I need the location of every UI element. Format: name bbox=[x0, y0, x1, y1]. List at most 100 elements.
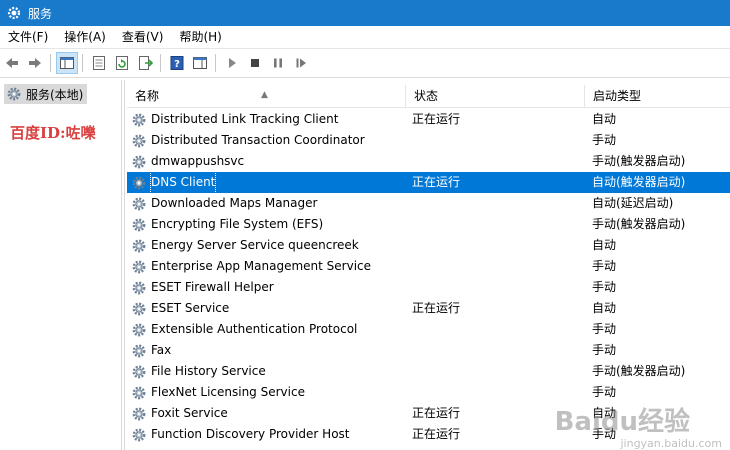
service-row[interactable]: Extensible Authentication Protocol 手动 bbox=[127, 319, 730, 340]
column-header-name[interactable]: 名称 ▲ bbox=[127, 85, 406, 107]
properties-icon bbox=[93, 56, 105, 70]
toolbar-separator bbox=[215, 54, 216, 72]
console-tree-button[interactable] bbox=[56, 52, 78, 74]
service-startup-type: 自动 bbox=[592, 238, 617, 252]
service-name-cell: Downloaded Maps Manager bbox=[131, 193, 317, 214]
service-name: Distributed Link Tracking Client bbox=[151, 112, 339, 126]
resume-service-icon bbox=[296, 58, 306, 68]
service-name: ESET Service bbox=[151, 301, 230, 315]
services-gear-icon bbox=[7, 87, 21, 101]
service-name: Extensible Authentication Protocol bbox=[151, 322, 358, 336]
service-row[interactable]: ESET Service 正在运行 自动 bbox=[127, 298, 730, 319]
service-row[interactable]: Enterprise App Management Service 手动 bbox=[127, 256, 730, 277]
service-gear-icon bbox=[132, 260, 146, 273]
service-startup-type: 自动 bbox=[592, 112, 617, 126]
menu-action[interactable]: 操作(A) bbox=[56, 26, 114, 48]
service-name: Foxit Service bbox=[151, 406, 228, 420]
service-gear-icon bbox=[132, 281, 146, 294]
service-name-cell: Enterprise App Management Service bbox=[131, 256, 371, 277]
properties-button[interactable] bbox=[88, 52, 110, 74]
pane-divider[interactable] bbox=[124, 80, 125, 450]
service-startup-type: 手动(触发器启动) bbox=[592, 217, 686, 231]
service-startup-type: 手动 bbox=[592, 343, 617, 357]
service-name: DNS Client bbox=[149, 171, 217, 194]
service-row[interactable]: Encrypting File System (EFS) 手动(触发器启动) bbox=[127, 214, 730, 235]
sort-ascending-icon: ▲ bbox=[261, 90, 268, 100]
service-row[interactable]: Energy Server Service queencreek 自动 bbox=[127, 235, 730, 256]
service-row[interactable]: Fax 手动 bbox=[127, 340, 730, 361]
service-startup-type: 手动(触发器启动) bbox=[592, 154, 686, 168]
service-row[interactable]: Distributed Link Tracking Client 正在运行 自动 bbox=[127, 109, 730, 130]
service-gear-icon bbox=[132, 113, 146, 126]
toolbar: ? bbox=[0, 48, 730, 78]
service-name: File History Service bbox=[151, 364, 266, 378]
service-gear-icon bbox=[132, 155, 146, 168]
service-name-cell: ESET Firewall Helper bbox=[131, 277, 274, 298]
service-status: 正在运行 bbox=[412, 427, 461, 441]
service-startup-type: 手动 bbox=[592, 259, 617, 273]
forward-button[interactable] bbox=[24, 52, 46, 74]
service-name-cell: Fax bbox=[131, 340, 171, 361]
service-gear-icon bbox=[132, 428, 146, 441]
service-row[interactable]: File History Service 手动(触发器启动) bbox=[127, 361, 730, 382]
service-name: FlexNet Licensing Service bbox=[151, 385, 305, 399]
service-name: Encrypting File System (EFS) bbox=[151, 217, 324, 231]
service-gear-icon bbox=[132, 365, 146, 378]
toolbar-separator bbox=[160, 54, 161, 72]
service-name-cell: Encrypting File System (EFS) bbox=[131, 214, 323, 235]
service-row[interactable]: dmwappushsvc 手动(触发器启动) bbox=[127, 151, 730, 172]
service-startup-type: 手动(触发器启动) bbox=[592, 364, 686, 378]
column-header-startup-label: 启动类型 bbox=[593, 89, 642, 103]
start-service-icon bbox=[229, 58, 236, 68]
services-gear-icon bbox=[7, 6, 21, 20]
console-tree-pane: 服务(本地) 百度ID:咗嚛 bbox=[0, 80, 122, 450]
service-gear-icon bbox=[132, 239, 146, 252]
service-row[interactable]: Distributed Transaction Coordinator 手动 bbox=[127, 130, 730, 151]
back-button[interactable] bbox=[1, 52, 23, 74]
service-row[interactable]: Downloaded Maps Manager 自动(延迟启动) bbox=[127, 193, 730, 214]
menu-file[interactable]: 文件(F) bbox=[0, 26, 56, 48]
stop-service-button[interactable] bbox=[244, 52, 266, 74]
service-gear-icon bbox=[132, 197, 146, 210]
resume-service-button[interactable] bbox=[290, 52, 312, 74]
refresh-button[interactable] bbox=[111, 52, 133, 74]
show-hide-icon bbox=[193, 57, 207, 69]
watermark-baidu-url: jingyan.baidu.com bbox=[620, 437, 722, 450]
column-header-startup-type[interactable]: 启动类型 bbox=[585, 85, 730, 107]
service-row[interactable]: ESET Firewall Helper 手动 bbox=[127, 277, 730, 298]
svg-text:?: ? bbox=[174, 59, 180, 70]
column-header-name-label: 名称 bbox=[135, 89, 160, 103]
column-header-status-label: 状态 bbox=[414, 89, 439, 103]
pause-service-icon bbox=[274, 58, 282, 68]
service-name-cell: Distributed Transaction Coordinator bbox=[131, 130, 365, 151]
service-gear-icon bbox=[132, 134, 146, 147]
toolbar-separator bbox=[50, 54, 51, 72]
refresh-icon bbox=[116, 56, 128, 70]
service-name-cell: FlexNet Licensing Service bbox=[131, 382, 305, 403]
tree-item-services-local[interactable]: 服务(本地) bbox=[4, 84, 88, 104]
services-rows: Distributed Link Tracking Client 正在运行 自动 Di… bbox=[127, 109, 730, 445]
service-name-cell: Distributed Link Tracking Client bbox=[131, 109, 338, 130]
menu-view[interactable]: 查看(V) bbox=[114, 26, 172, 48]
column-header-status[interactable]: 状态 bbox=[406, 85, 585, 107]
stop-service-icon bbox=[251, 59, 259, 67]
service-name: Fax bbox=[151, 343, 172, 357]
toolbar-separator bbox=[82, 54, 83, 72]
pause-service-button[interactable] bbox=[267, 52, 289, 74]
service-startup-type: 手动 bbox=[592, 322, 617, 336]
service-name-cell: Function Discovery Provider Host bbox=[131, 424, 350, 445]
service-status: 正在运行 bbox=[412, 406, 461, 420]
menu-help[interactable]: 帮助(H) bbox=[171, 26, 229, 48]
service-row[interactable]: DNS Client 正在运行 自动(触发器启动) bbox=[127, 171, 730, 194]
menu-bar: 文件(F) 操作(A) 查看(V) 帮助(H) bbox=[0, 26, 730, 48]
service-startup-type: 自动 bbox=[592, 301, 617, 315]
service-row[interactable]: FlexNet Licensing Service 手动 bbox=[127, 382, 730, 403]
help-button[interactable]: ? bbox=[166, 52, 188, 74]
service-gear-icon bbox=[132, 176, 146, 189]
start-service-button[interactable] bbox=[221, 52, 243, 74]
services-list-pane: 名称 ▲ 状态 启动类型 Distributed Link Tracking C… bbox=[127, 80, 730, 450]
export-list-button[interactable] bbox=[134, 52, 156, 74]
show-hide-button[interactable] bbox=[189, 52, 211, 74]
service-name: Distributed Transaction Coordinator bbox=[151, 133, 365, 147]
service-name-cell: Extensible Authentication Protocol bbox=[131, 319, 357, 340]
